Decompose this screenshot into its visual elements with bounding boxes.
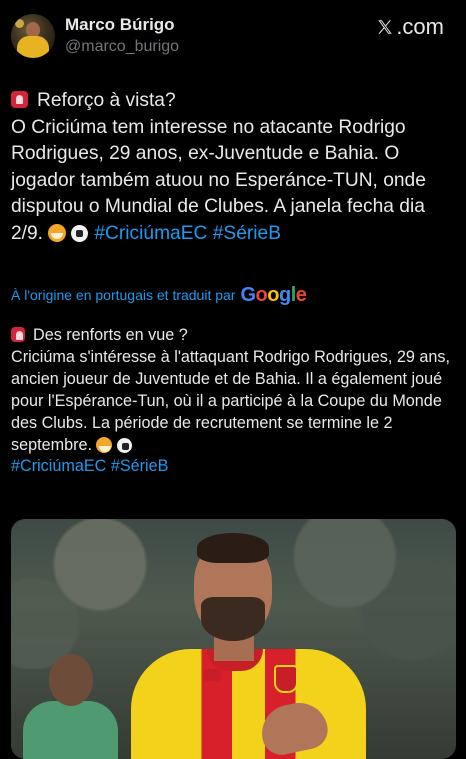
police-light-emoji-icon [11,91,28,108]
translated-body-paragraph: Criciúma s'intéresse à l'attaquant Rodri… [11,347,461,478]
police-light-emoji-icon [11,327,25,342]
translated-heading: Des renforts en vue ? [33,326,188,344]
hashtag-link[interactable]: #CriciúmaEC [94,223,207,244]
post-header: Marco Búrigo @marco_burigo .com [0,0,466,72]
hashtag-link[interactable]: #CriciúmaEC [11,457,106,475]
google-logo: Google [240,283,307,306]
x-brand-logo: .com [376,14,444,40]
author-handle[interactable]: @marco_burigo [65,38,179,56]
original-heading: Reforço à vista? [37,90,176,111]
background-player [23,701,118,759]
translated-post-text: Des renforts en vue ? Criciúma s'intéres… [11,325,461,478]
hashtag-link[interactable]: #SérieB [213,223,281,244]
avatar[interactable] [11,14,55,58]
x-brand-suffix: .com [396,14,444,39]
soccer-ball-emoji-icon [117,437,133,453]
author-display-name[interactable]: Marco Búrigo [65,15,175,35]
avatar-background-light [15,19,24,28]
avatar-shirt [17,36,49,58]
translated-body: Criciúma s'intéresse à l'attaquant Rodri… [11,347,450,454]
player-hair [197,533,269,563]
player-beard [201,597,265,641]
original-body-paragraph: O Criciúma tem interesse no atacante Rod… [11,115,461,248]
hashtag-link[interactable]: #SérieB [111,457,169,475]
soccer-ball-emoji-icon [71,224,89,242]
club-crest [274,665,298,693]
translated-heading-line: Des renforts en vue ? [11,325,461,347]
post-photo[interactable] [11,519,456,759]
tiger-emoji-icon [48,223,67,242]
original-post-text: Reforço à vista? O Criciúma tem interess… [11,88,461,248]
x-logo-icon [378,20,393,34]
translation-notice[interactable]: À l'origine en portugais et traduit par … [11,283,307,306]
background-player-head [49,654,93,706]
kit-brand-logo [203,669,221,681]
translation-notice-text: À l'origine en portugais et traduit par [11,287,236,303]
original-heading-line: Reforço à vista? [11,88,461,115]
tiger-emoji-icon [96,436,113,453]
